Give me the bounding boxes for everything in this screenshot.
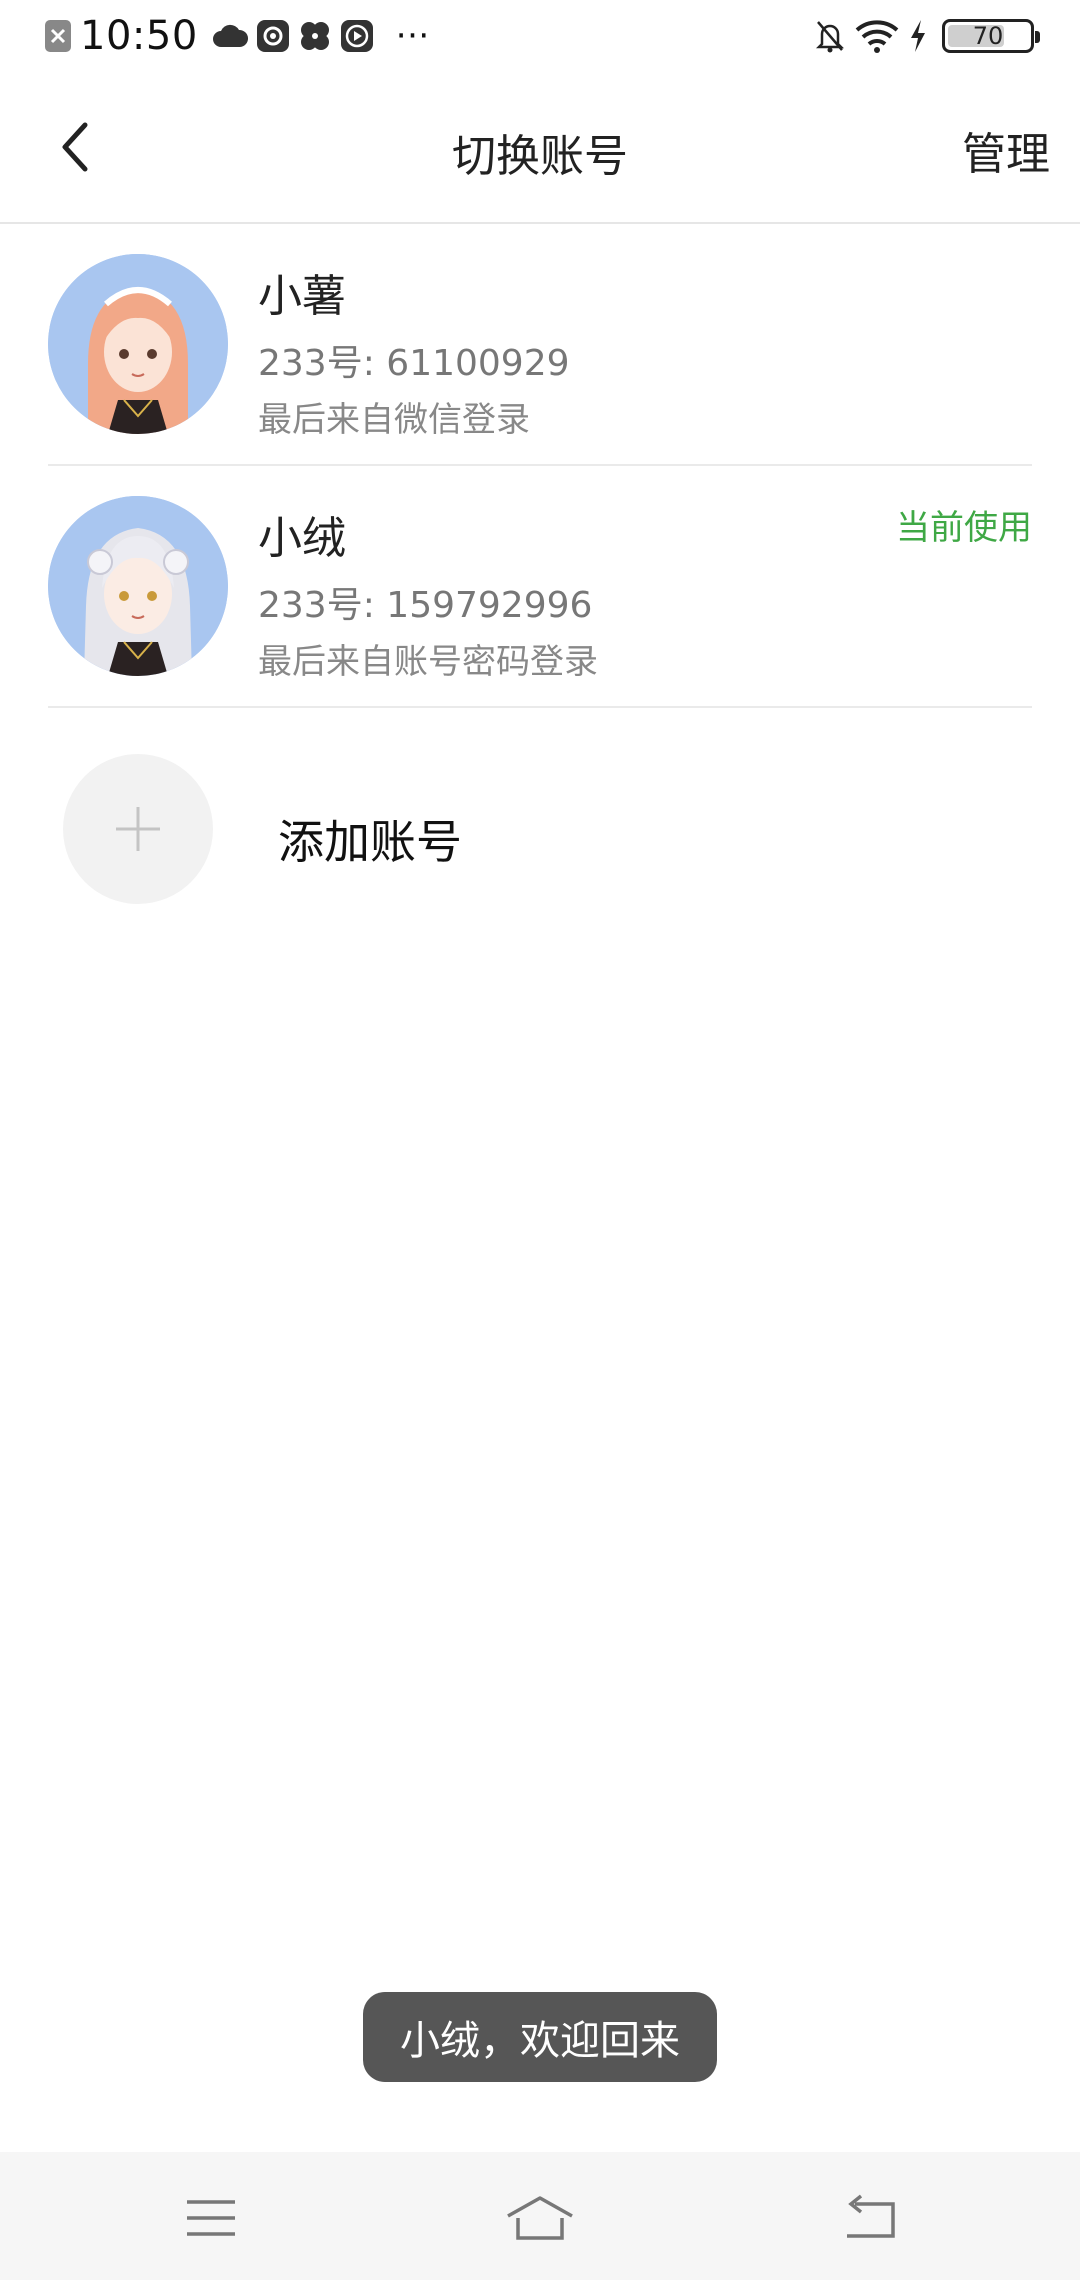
account-id: 233号: 159792996	[258, 585, 593, 626]
account-row[interactable]: 小绒 233号: 159792996 最后来自账号密码登录 当前使用	[48, 466, 1032, 708]
return-icon	[847, 2194, 895, 2238]
battery-icon: 70	[942, 19, 1040, 53]
avatar	[48, 254, 228, 434]
status-right: 70	[814, 12, 1040, 60]
page-title: 切换账号	[452, 131, 628, 182]
add-account-button[interactable]: 添加账号	[48, 740, 1032, 920]
back-nav-button[interactable]	[829, 2178, 909, 2258]
charging-icon	[908, 19, 928, 53]
at-app-icon	[256, 19, 290, 53]
manage-button[interactable]: 管理	[962, 118, 1050, 182]
menu-button[interactable]	[171, 2178, 251, 2258]
status-bar: 10:50 ··· 70	[0, 0, 1080, 72]
status-time: 10:50	[80, 13, 198, 59]
cloud-icon	[212, 21, 248, 51]
fan-app-icon	[298, 19, 332, 53]
system-nav-bar	[0, 2152, 1080, 2280]
add-account-label: 添加账号	[278, 815, 462, 869]
add-circle	[63, 754, 213, 904]
bell-off-icon	[814, 18, 846, 54]
account-login-source: 最后来自微信登录	[258, 400, 530, 440]
account-name: 小绒	[258, 513, 346, 564]
header: 切换账号 管理	[0, 72, 1080, 224]
wifi-icon	[854, 19, 900, 53]
plus-icon	[116, 807, 160, 851]
account-id: 233号: 61100929	[258, 343, 570, 384]
account-row[interactable]: 小薯 233号: 61100929 最后来自微信登录	[48, 224, 1032, 466]
status-left: 10:50 ···	[44, 12, 444, 60]
current-account-badge: 当前使用	[896, 508, 1032, 548]
play-app-icon	[340, 19, 374, 53]
account-login-source: 最后来自账号密码登录	[258, 642, 598, 682]
account-name: 小薯	[258, 271, 346, 322]
close-app-icon	[44, 19, 72, 53]
menu-icon	[187, 2200, 235, 2236]
welcome-toast: 小绒，欢迎回来	[363, 1992, 717, 2082]
more-indicator: ···	[395, 16, 430, 56]
avatar	[48, 496, 228, 676]
home-icon	[507, 2196, 573, 2240]
battery-level-text: 70	[972, 22, 1004, 50]
home-button[interactable]	[500, 2178, 580, 2258]
